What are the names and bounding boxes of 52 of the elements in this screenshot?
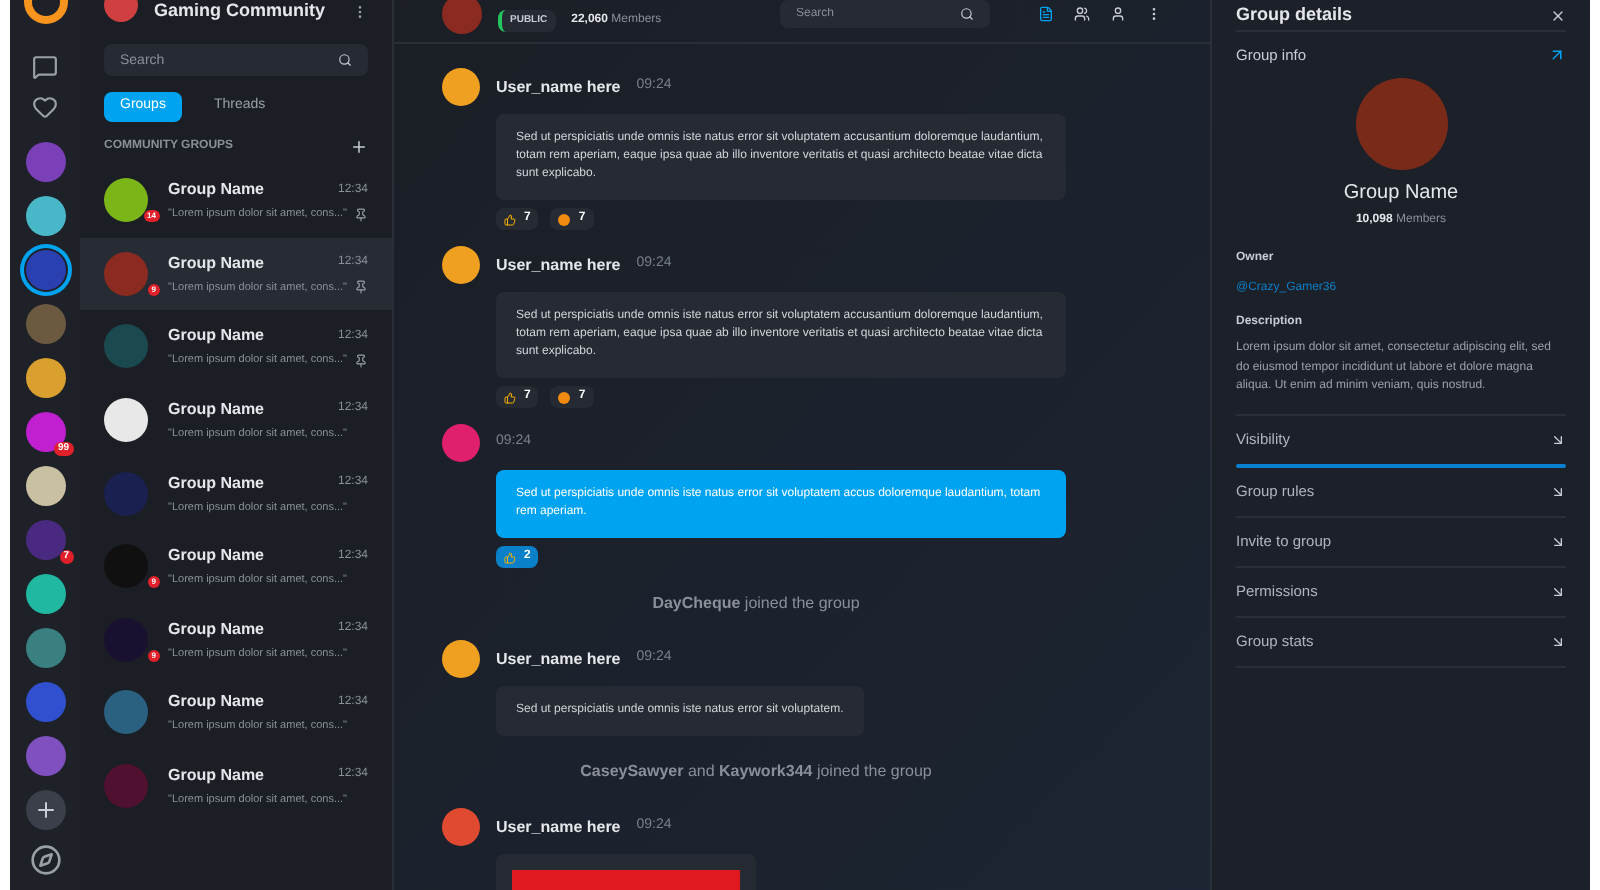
plus-icon xyxy=(33,798,57,822)
close-icon[interactable] xyxy=(1550,7,1566,23)
arrow-down-right-icon xyxy=(1550,533,1566,550)
community-avatar[interactable] xyxy=(25,358,65,398)
username: User_name here xyxy=(496,75,621,99)
group-avatar xyxy=(1355,78,1447,171)
add-icon[interactable] xyxy=(350,138,368,156)
search-icon[interactable] xyxy=(960,6,974,20)
community-avatar[interactable] xyxy=(25,196,65,236)
username: User_name here xyxy=(496,253,621,277)
user-avatar xyxy=(442,640,480,678)
user-avatar xyxy=(442,424,480,462)
user-avatar xyxy=(442,808,480,846)
community-avatar[interactable] xyxy=(25,412,65,452)
group-name: Group Name xyxy=(168,544,267,569)
group-name: Group Name xyxy=(168,397,267,422)
user-avatar xyxy=(442,246,480,284)
thumbs-up-icon xyxy=(504,391,516,403)
group-name: Group Name xyxy=(168,471,267,496)
heart-icon[interactable] xyxy=(32,94,58,120)
arrow-down-right-icon xyxy=(1550,633,1566,650)
community-avatar[interactable] xyxy=(25,466,65,506)
community-avatar[interactable] xyxy=(25,250,65,290)
group-name: Group Name xyxy=(168,324,267,349)
add-community-button[interactable] xyxy=(25,790,65,830)
community-title: Gaming Community xyxy=(154,0,328,25)
arrow-down-right-icon xyxy=(1550,583,1566,600)
thumbs-up-icon xyxy=(504,213,516,225)
chat-icon[interactable] xyxy=(32,54,58,80)
users-icon[interactable] xyxy=(1074,5,1090,21)
user-avatar xyxy=(442,68,480,106)
group-name: Group Name xyxy=(168,178,267,203)
panel-title: Group details xyxy=(1236,1,1355,28)
group-avatar xyxy=(442,0,482,33)
join-notice: DayCheque joined the group xyxy=(652,592,860,616)
username: User_name here xyxy=(496,647,621,671)
arrow-up-right-icon[interactable] xyxy=(1548,46,1566,65)
arrow-down-right-icon xyxy=(1550,431,1566,448)
document-icon[interactable] xyxy=(1038,5,1054,21)
group-name: Group Name xyxy=(168,690,267,715)
group-name: Group Name xyxy=(168,251,267,276)
compass-icon[interactable] xyxy=(29,844,61,876)
community-avatar[interactable] xyxy=(25,574,65,614)
username: User_name here xyxy=(496,815,621,839)
join-notice: CaseySawyer and Kaywork344 joined the group xyxy=(580,760,932,784)
group-name: Group Name xyxy=(1343,180,1459,209)
arrow-down-right-icon xyxy=(1550,483,1566,500)
group-name: Group Name xyxy=(168,763,267,788)
group-name: Group Name xyxy=(168,617,267,642)
search-icon[interactable] xyxy=(338,53,352,67)
thumbs-up-icon xyxy=(504,551,516,563)
user-icon[interactable] xyxy=(1110,5,1126,21)
